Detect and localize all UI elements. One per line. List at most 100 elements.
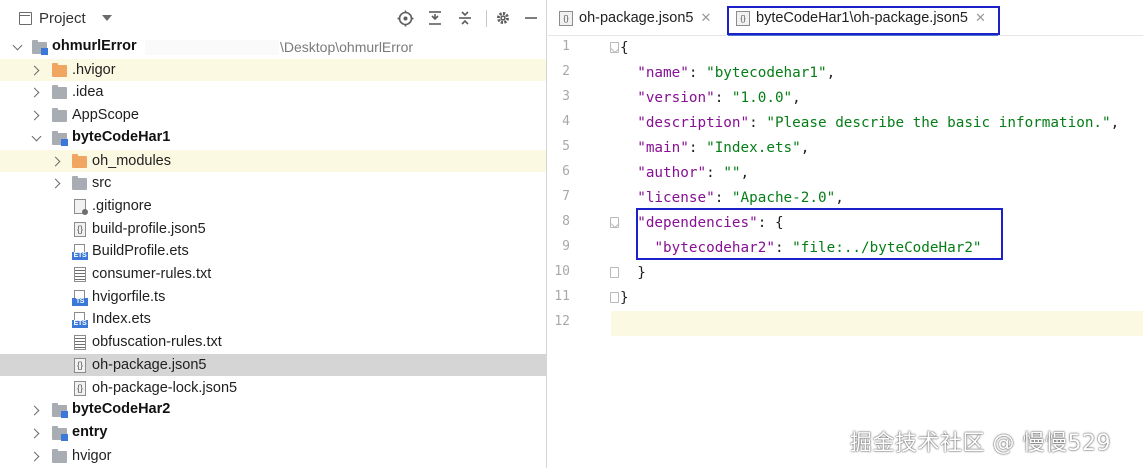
tree-item[interactable]: {} oh-package-lock.json5 xyxy=(0,377,546,400)
toolbar-divider xyxy=(486,10,487,27)
chevron-right-icon[interactable] xyxy=(30,452,40,462)
json-key: "description" xyxy=(637,115,750,131)
code-line[interactable]: { xyxy=(620,36,629,61)
json-punctuation: : xyxy=(749,115,767,131)
tree-item-label: oh-package.json5 xyxy=(92,356,207,373)
locate-file-icon[interactable] xyxy=(395,8,415,28)
json-string: "bytecodehar1" xyxy=(706,65,827,81)
chevron-right-icon[interactable] xyxy=(51,157,61,167)
tree-item[interactable]: consumer-rules.txt xyxy=(0,263,546,286)
module-folder-icon xyxy=(52,425,68,441)
tree-item[interactable]: oh_modules xyxy=(0,149,546,173)
project-panel: Project ohmurlError \Desktop\ohmurlError… xyxy=(0,0,547,468)
code-line[interactable]: "description": "Please describe the basi… xyxy=(620,111,1119,136)
project-view-title[interactable]: Project xyxy=(39,10,86,27)
tree-item-selected[interactable]: {} oh-package.json5 xyxy=(0,353,546,377)
tree-item[interactable]: byteCodeHar1 xyxy=(0,127,546,150)
tree-item[interactable]: ETS BuildProfile.ets xyxy=(0,240,546,263)
tree-item[interactable]: AppScope xyxy=(0,104,546,127)
close-icon[interactable]: ✕ xyxy=(700,10,711,26)
json-key: "version" xyxy=(637,90,715,106)
tree-item-label: hvigor xyxy=(72,447,112,464)
json-file-icon: {} xyxy=(74,380,86,396)
tree-item-label: obfuscation-rules.txt xyxy=(92,334,222,351)
folder-icon xyxy=(52,85,67,100)
chevron-right-icon[interactable] xyxy=(30,111,40,121)
tree-item[interactable]: obfuscation-rules.txt xyxy=(0,331,546,354)
collapse-all-icon[interactable] xyxy=(455,8,475,28)
project-panel-icon xyxy=(19,12,32,25)
json-key: "name" xyxy=(637,65,689,81)
tree-item[interactable]: src xyxy=(0,172,546,195)
tree-item-label: AppScope xyxy=(72,107,139,124)
tree-item[interactable]: ETS Index.ets xyxy=(0,308,546,331)
json-string: "Apache-2.0" xyxy=(731,190,836,206)
json-punctuation: } xyxy=(620,290,629,306)
tree-item[interactable]: .hvigor xyxy=(0,58,546,82)
gear-icon[interactable] xyxy=(493,8,513,28)
tree-item-label: entry xyxy=(72,423,108,440)
chevron-right-icon[interactable] xyxy=(51,179,61,189)
tree-item-label: oh-package-lock.json5 xyxy=(92,379,238,396)
tree-item-label: .hvigor xyxy=(72,61,116,78)
code-line[interactable]: "version": "1.0.0", xyxy=(620,86,801,111)
redacted-path xyxy=(145,40,279,55)
code-line[interactable]: "main": "Index.ets", xyxy=(620,136,809,161)
tree-item[interactable]: hvigor xyxy=(0,445,546,468)
module-folder-icon xyxy=(52,130,68,146)
code-line[interactable]: } xyxy=(620,286,629,311)
text-file-icon xyxy=(74,267,86,282)
code-line[interactable]: "author": "", xyxy=(620,161,749,186)
json-punctuation: : xyxy=(714,90,732,106)
project-root-name: ohmurlError xyxy=(52,38,137,54)
chevron-right-icon[interactable] xyxy=(30,406,40,416)
tree-item[interactable]: TS hvigorfile.ts xyxy=(0,286,546,309)
json-punctuation: : xyxy=(706,165,724,181)
chevron-right-icon[interactable] xyxy=(30,429,40,439)
json-punctuation: { xyxy=(620,40,629,56)
module-folder-icon xyxy=(52,403,68,419)
chevron-down-icon[interactable] xyxy=(31,134,41,144)
folder-icon xyxy=(52,62,67,77)
tree-item[interactable]: .gitignore xyxy=(0,195,546,218)
chevron-right-icon[interactable] xyxy=(30,66,40,76)
project-toolbar: Project xyxy=(0,0,546,36)
gitignore-file-icon xyxy=(74,198,88,215)
json-punctuation: , xyxy=(835,190,844,206)
json-punctuation: : xyxy=(688,140,707,156)
tree-item[interactable]: {} build-profile.json5 xyxy=(0,218,546,241)
json-key: "main" xyxy=(637,140,689,156)
tree-item-label: src xyxy=(92,175,112,192)
chevron-down-icon[interactable] xyxy=(102,15,112,21)
ets-file-icon: ETS xyxy=(72,244,88,261)
tree-item-label: oh_modules xyxy=(92,152,171,169)
tree-item-label: hvigorfile.ts xyxy=(92,288,166,305)
json-punctuation xyxy=(620,215,637,231)
tree-item-label: build-profile.json5 xyxy=(92,220,206,237)
tree-root-row[interactable]: ohmurlError \Desktop\ohmurlError xyxy=(0,36,546,59)
json-string: "Index.ets" xyxy=(706,140,801,156)
json-punctuation: , xyxy=(740,165,750,181)
folder-icon xyxy=(72,153,87,168)
json-punctuation: } xyxy=(620,265,646,281)
json-string: "" xyxy=(723,165,741,181)
tree-item-label: .idea xyxy=(72,84,104,101)
tree-item-label: byteCodeHar1 xyxy=(72,128,171,145)
expand-all-icon[interactable] xyxy=(425,8,445,28)
code-line[interactable]: } xyxy=(620,261,646,286)
tree-item[interactable]: .idea xyxy=(0,81,546,104)
chevron-down-icon[interactable] xyxy=(12,43,22,53)
json-punctuation xyxy=(620,90,637,106)
module-folder-icon xyxy=(32,40,48,55)
folder-icon xyxy=(72,176,87,191)
code-line[interactable]: "name": "bytecodehar1", xyxy=(620,61,835,86)
json-punctuation: : xyxy=(688,65,707,81)
tab-oh-package-json5[interactable]: {} oh-package.json5 ✕ xyxy=(559,0,711,36)
tree-item-label: Index.ets xyxy=(92,311,151,328)
hide-panel-icon[interactable] xyxy=(521,8,541,28)
tree-item[interactable]: byteCodeHar2 xyxy=(0,399,546,422)
json-punctuation: , xyxy=(1110,115,1120,131)
highlight-box-dependencies xyxy=(636,208,1003,260)
tree-item[interactable]: entry xyxy=(0,422,546,445)
chevron-right-icon[interactable] xyxy=(30,88,40,98)
